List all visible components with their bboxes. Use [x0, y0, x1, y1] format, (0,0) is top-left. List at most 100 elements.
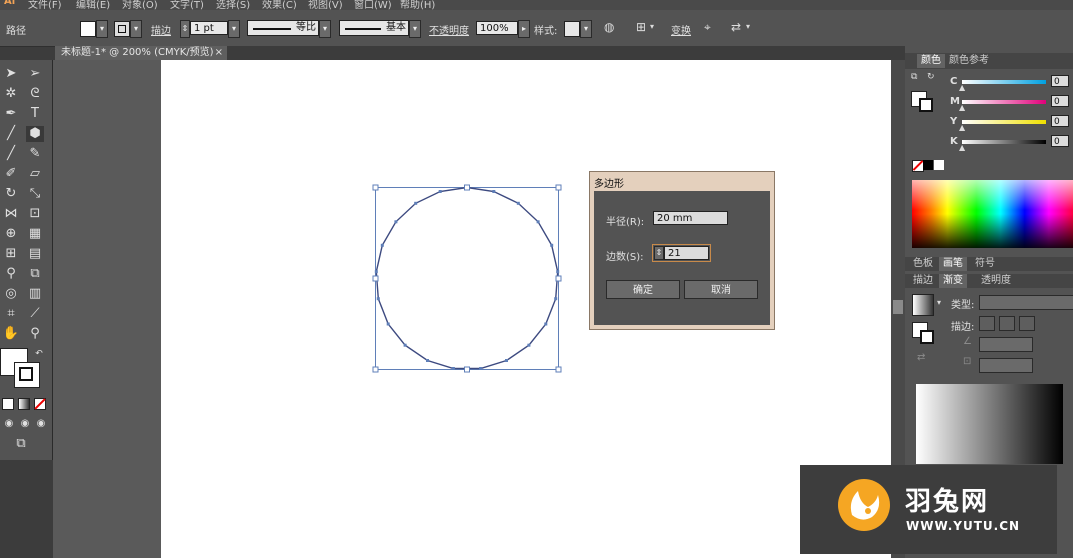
align-dropdown-icon[interactable]: ▾ [650, 22, 654, 31]
eraser-tool-icon[interactable]: ▱ [26, 166, 44, 182]
transform-label[interactable]: 变换 [671, 22, 691, 37]
white-color-chip[interactable] [934, 160, 944, 170]
anchor-point[interactable] [380, 243, 384, 247]
pen-tool-icon[interactable]: ✒ [2, 106, 20, 122]
channel-c-thumb-icon[interactable]: ▲ [959, 83, 965, 92]
reverse-gradient-icon[interactable]: ⇄ [917, 352, 925, 363]
gradient-stroke-swatch[interactable] [920, 330, 934, 344]
none-mode-icon[interactable] [34, 398, 46, 410]
polygon-shape-canvas[interactable] [370, 182, 566, 376]
sides-stepper[interactable]: ⇕ [654, 246, 664, 260]
stroke-along-icon[interactable] [999, 316, 1015, 331]
hand-tool-icon[interactable]: ✋ [2, 326, 20, 342]
document-tab[interactable]: 未标题-1* @ 200% (CMYK/预览) × [55, 46, 227, 60]
gradient-preview-slider[interactable] [916, 384, 1063, 464]
stroke-across-icon[interactable] [1019, 316, 1035, 331]
close-tab-icon[interactable]: × [215, 46, 223, 60]
sides-input[interactable]: 21 [664, 246, 709, 260]
zoom-tool-icon[interactable]: ⚲ [26, 326, 44, 342]
brush-select[interactable]: 基本 [339, 20, 409, 36]
anchor-point[interactable] [527, 343, 531, 347]
polygon-tool-icon[interactable]: ⬢ [26, 126, 44, 142]
gradient-angle-field[interactable] [979, 337, 1033, 352]
anchor-point[interactable] [376, 297, 380, 301]
artboard-tool-icon[interactable]: ⌗ [2, 306, 20, 322]
tab-swatches[interactable]: 色板 [909, 257, 937, 271]
tab-gradient[interactable]: 渐变 [939, 274, 967, 288]
stroke-label[interactable]: 描边 [151, 22, 171, 37]
polygon-path[interactable] [375, 186, 559, 370]
fill-dropdown-icon[interactable]: ▾ [96, 20, 108, 38]
default-colors-icon[interactable]: ⧉ [911, 72, 917, 82]
channel-y-value[interactable]: 0 [1051, 115, 1069, 127]
channel-c-value[interactable]: 0 [1051, 75, 1069, 87]
swap-colors-icon[interactable]: ↶ [30, 346, 48, 362]
magic-wand-tool-icon[interactable]: ✲ [2, 86, 20, 102]
gradient-type-select[interactable] [979, 295, 1073, 310]
channel-c-slider[interactable] [962, 80, 1046, 84]
rotate-tool-icon[interactable]: ↻ [2, 186, 20, 202]
stroke-weight-dropdown-icon[interactable]: ▾ [228, 20, 240, 38]
perspective-grid-tool-icon[interactable]: ▦ [26, 226, 44, 242]
pencil-tool-icon[interactable]: ✎ [26, 146, 44, 162]
anchor-point[interactable] [451, 367, 455, 370]
anchor-point[interactable] [394, 220, 398, 224]
align-grid-icon[interactable]: ⊞ [636, 20, 646, 34]
shape-builder-tool-icon[interactable]: ⊕ [2, 226, 20, 242]
paintbrush-tool-icon[interactable]: ╱ [2, 146, 20, 162]
draw-inside-icon[interactable]: ◉ [32, 416, 50, 432]
stroke-profile-dropdown-icon[interactable]: ▾ [319, 20, 331, 38]
anchor-point[interactable] [536, 220, 540, 224]
tab-stroke[interactable]: 描边 [909, 274, 937, 288]
anchor-point[interactable] [505, 359, 508, 362]
recolor-icon[interactable]: ◍ [604, 20, 614, 34]
gradient-tool-icon[interactable]: ▤ [26, 246, 44, 262]
anchor-point[interactable] [438, 190, 442, 193]
anchor-point[interactable] [426, 359, 429, 362]
anchor-point[interactable] [516, 201, 520, 205]
symbol-sprayer-tool-icon[interactable]: ◎ [2, 286, 20, 302]
type-tool-icon[interactable]: T [26, 106, 44, 122]
tab-symbols[interactable]: 符号 [971, 257, 999, 271]
selection-tool-icon[interactable]: ➤ [2, 66, 20, 82]
anchor-point[interactable] [374, 270, 378, 274]
anchor-point[interactable] [479, 367, 483, 370]
bounding-box-handles[interactable] [372, 184, 562, 373]
anchor-point[interactable] [403, 343, 407, 347]
tab-color[interactable]: 颜色 [917, 54, 945, 68]
stroke-weight-field[interactable]: 1 pt [190, 21, 228, 35]
gradient-thumbnail-dropdown-icon[interactable]: ▾ [937, 298, 941, 307]
anchor-point[interactable] [386, 322, 390, 326]
radius-input[interactable]: 20 mm [653, 211, 728, 225]
channel-m-thumb-icon[interactable]: ▲ [959, 103, 965, 112]
gradient-mode-icon[interactable] [18, 398, 30, 410]
screen-mode-icon[interactable]: ⧉ [12, 436, 30, 452]
column-graph-tool-icon[interactable]: ▥ [26, 286, 44, 302]
anchor-point[interactable] [492, 190, 496, 193]
channel-k-value[interactable]: 0 [1051, 135, 1069, 147]
isolate-icon[interactable]: ⌖ [704, 20, 711, 35]
tab-transparency[interactable]: 透明度 [977, 274, 1015, 288]
color-panel-stroke-swatch[interactable] [919, 98, 933, 112]
stroke-within-icon[interactable] [979, 316, 995, 331]
anchor-point[interactable] [414, 201, 418, 205]
stroke-profile-select[interactable]: 等比 [247, 20, 319, 36]
blend-tool-icon[interactable]: ⧉ [26, 266, 44, 282]
swap-icon[interactable]: ↻ [927, 72, 935, 82]
gradient-aspect-field[interactable] [979, 358, 1033, 373]
lasso-tool-icon[interactable]: ᘓ [26, 86, 44, 102]
free-transform-tool-icon[interactable]: ⊡ [26, 206, 44, 222]
direct-selection-tool-icon[interactable]: ➢ [26, 66, 44, 82]
anchor-point[interactable] [554, 297, 558, 301]
black-color-chip[interactable] [923, 160, 933, 170]
eyedropper-tool-icon[interactable]: ⚲ [2, 266, 20, 282]
anchor-point[interactable] [544, 322, 548, 326]
channel-k-thumb-icon[interactable]: ▲ [959, 143, 965, 152]
cancel-button[interactable]: 取消 [684, 280, 758, 299]
brush-dropdown-icon[interactable]: ▾ [409, 20, 421, 38]
graphic-style-swatch[interactable] [564, 21, 580, 37]
channel-y-thumb-icon[interactable]: ▲ [959, 123, 965, 132]
line-tool-icon[interactable]: ╱ [2, 126, 20, 142]
stroke-dropdown-icon[interactable]: ▾ [130, 20, 142, 38]
channel-y-slider[interactable] [962, 120, 1046, 124]
